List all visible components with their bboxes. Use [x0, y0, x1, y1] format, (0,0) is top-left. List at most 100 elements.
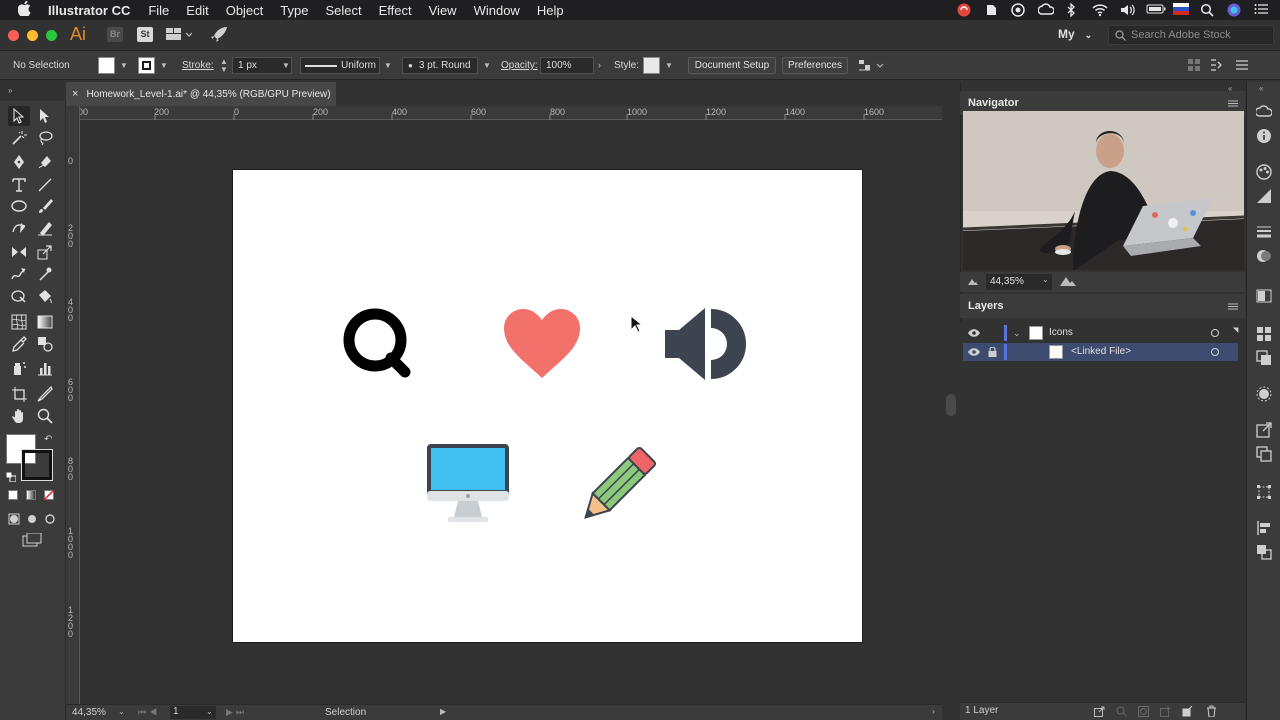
- create-new-sublayer-icon[interactable]: [1160, 706, 1171, 717]
- color-panel-icon[interactable]: [1256, 164, 1272, 180]
- transform-options-icon[interactable]: [1210, 59, 1224, 74]
- layer-row-icons[interactable]: ⌄ Icons ◥: [963, 324, 1238, 342]
- expand-panels-icon[interactable]: «: [1259, 84, 1263, 93]
- graphic-style-swatch[interactable]: [643, 57, 660, 74]
- zoom-tool[interactable]: [34, 406, 56, 426]
- visibility-eye-icon[interactable]: [968, 329, 980, 337]
- visibility-eye-icon[interactable]: [968, 348, 980, 356]
- swatches-panel-icon[interactable]: [1256, 326, 1272, 342]
- selection-tool[interactable]: [8, 106, 30, 126]
- transform-panel-icon[interactable]: [1256, 484, 1272, 500]
- links-export-icon[interactable]: [1256, 422, 1272, 438]
- layers-panel-header[interactable]: Layers: [960, 294, 1245, 318]
- hand-tool[interactable]: [8, 406, 30, 426]
- shape-builder-tool[interactable]: [8, 286, 30, 306]
- scroll-right-arrow-icon[interactable]: ›: [932, 707, 935, 716]
- arrange-documents-icon[interactable]: [166, 28, 193, 46]
- status-menu-arrow-icon[interactable]: ▶: [440, 707, 446, 716]
- make-clipping-mask-icon[interactable]: [1138, 706, 1149, 717]
- none-mode-button[interactable]: [44, 490, 54, 500]
- close-document-icon[interactable]: ×: [72, 88, 78, 100]
- navigator-preview-thumbnail[interactable]: [963, 111, 1244, 270]
- next-last-artboard-icons[interactable]: ▶⏭: [226, 707, 247, 718]
- default-fill-stroke-icon[interactable]: [5, 469, 17, 487]
- puppet-warp-tool[interactable]: [34, 264, 56, 284]
- column-graph-tool[interactable]: [34, 358, 56, 378]
- stroke-panel-icon[interactable]: [1256, 224, 1272, 240]
- collapse-toolbar-icon[interactable]: »: [8, 86, 12, 95]
- pathfinder-panel-icon[interactable]: [1256, 544, 1272, 560]
- draw-normal-icon[interactable]: [8, 512, 20, 530]
- stock-button[interactable]: St: [137, 27, 153, 42]
- color-mode-button[interactable]: [8, 490, 18, 500]
- stroke-color-swatch[interactable]: [138, 57, 155, 74]
- create-new-layer-icon[interactable]: [1182, 706, 1193, 717]
- gradient-tool[interactable]: [34, 312, 56, 332]
- libraries-icon[interactable]: [1256, 104, 1272, 120]
- curvature-tool[interactable]: [34, 152, 56, 172]
- brush-chevron-icon[interactable]: ▼: [483, 61, 491, 70]
- siri-icon[interactable]: [1227, 3, 1243, 17]
- preferences-button[interactable]: Preferences: [782, 57, 848, 74]
- screen-mode-icon[interactable]: [22, 532, 42, 552]
- wifi-icon[interactable]: [1092, 3, 1108, 17]
- menu-type[interactable]: Type: [280, 3, 308, 18]
- layer-target-circle-icon[interactable]: [1211, 348, 1219, 356]
- battery-icon[interactable]: [1146, 3, 1166, 17]
- transparency-panel-icon[interactable]: [1256, 248, 1272, 264]
- stroke-label[interactable]: Stroke:: [182, 60, 214, 71]
- document-tab[interactable]: × Homework_Level-1.ai* @ 44,35% (RGB/GPU …: [66, 82, 336, 106]
- style-chevron-icon[interactable]: ▼: [665, 61, 673, 70]
- pencil-icon-artwork[interactable]: [575, 446, 657, 528]
- live-paint-bucket-tool[interactable]: [34, 286, 56, 306]
- opacity-expand-chevron-icon[interactable]: ›: [598, 60, 601, 70]
- adobe-stock-search-input[interactable]: Search Adobe Stock: [1108, 25, 1274, 45]
- paintbrush-tool[interactable]: [34, 196, 56, 216]
- stroke-weight-chevron-icon[interactable]: ▼: [282, 61, 290, 70]
- shaper-tool[interactable]: [8, 218, 30, 238]
- apple-icon[interactable]: [17, 0, 32, 19]
- creative-cloud-status-icon[interactable]: [957, 3, 973, 17]
- mesh-tool[interactable]: [8, 312, 30, 332]
- brush-definition-select[interactable]: ● 3 pt. Round: [402, 57, 478, 74]
- export-to-assets-icon[interactable]: [1094, 706, 1105, 717]
- gpu-performance-rocket-icon[interactable]: [210, 26, 228, 48]
- zoom-chevron-icon[interactable]: ⌄: [118, 707, 125, 716]
- scale-tool[interactable]: [34, 242, 56, 262]
- align-panel-icon[interactable]: [1256, 520, 1272, 536]
- ellipse-tool[interactable]: [8, 196, 30, 216]
- heart-icon-artwork[interactable]: [503, 308, 581, 380]
- navigator-panel-menu-icon[interactable]: [1228, 100, 1238, 107]
- fill-color-swatch[interactable]: [98, 57, 115, 74]
- zoom-in-mountain-icon[interactable]: [1060, 276, 1076, 286]
- artboard-chevron-icon[interactable]: ⌄: [206, 707, 213, 716]
- gradient-panel-icon[interactable]: [1256, 288, 1272, 304]
- search-icon-artwork[interactable]: [343, 308, 415, 380]
- spotlight-search-icon[interactable]: [1200, 3, 1216, 17]
- app-name-menu[interactable]: Illustrator CC: [48, 3, 130, 18]
- opacity-input[interactable]: 100%: [540, 57, 594, 74]
- document-setup-button[interactable]: Document Setup: [688, 57, 776, 74]
- artboard-1[interactable]: [232, 169, 863, 643]
- notification-center-icon[interactable]: [1254, 3, 1270, 17]
- blend-tool[interactable]: [34, 334, 56, 354]
- draw-behind-icon[interactable]: [26, 512, 38, 530]
- line-segment-tool[interactable]: [34, 175, 56, 195]
- gradient-mode-button[interactable]: [26, 490, 36, 500]
- layers-panel-menu-icon[interactable]: [1228, 303, 1238, 310]
- evernote-icon[interactable]: [984, 3, 1000, 17]
- profile-chevron-icon[interactable]: ▼: [384, 61, 392, 70]
- workspace-switcher[interactable]: My ⌄: [1058, 27, 1092, 41]
- color-guide-icon[interactable]: [1256, 188, 1272, 204]
- artboard-tool[interactable]: [8, 384, 30, 404]
- adobe-cc-icon[interactable]: [1037, 3, 1055, 17]
- properties-info-icon[interactable]: [1256, 128, 1272, 144]
- arrange-panel-icon[interactable]: [1188, 59, 1200, 74]
- linked-file-name[interactable]: <Linked File>: [1071, 343, 1131, 361]
- menu-object[interactable]: Object: [226, 3, 264, 18]
- layer-row-linked-file[interactable]: <Linked File>: [963, 343, 1238, 361]
- volume-icon[interactable]: [1119, 3, 1135, 17]
- current-tool-status[interactable]: Selection: [325, 707, 366, 718]
- opacity-label[interactable]: Opacity:: [501, 60, 538, 71]
- control-panel-menu-icon[interactable]: [1236, 59, 1248, 74]
